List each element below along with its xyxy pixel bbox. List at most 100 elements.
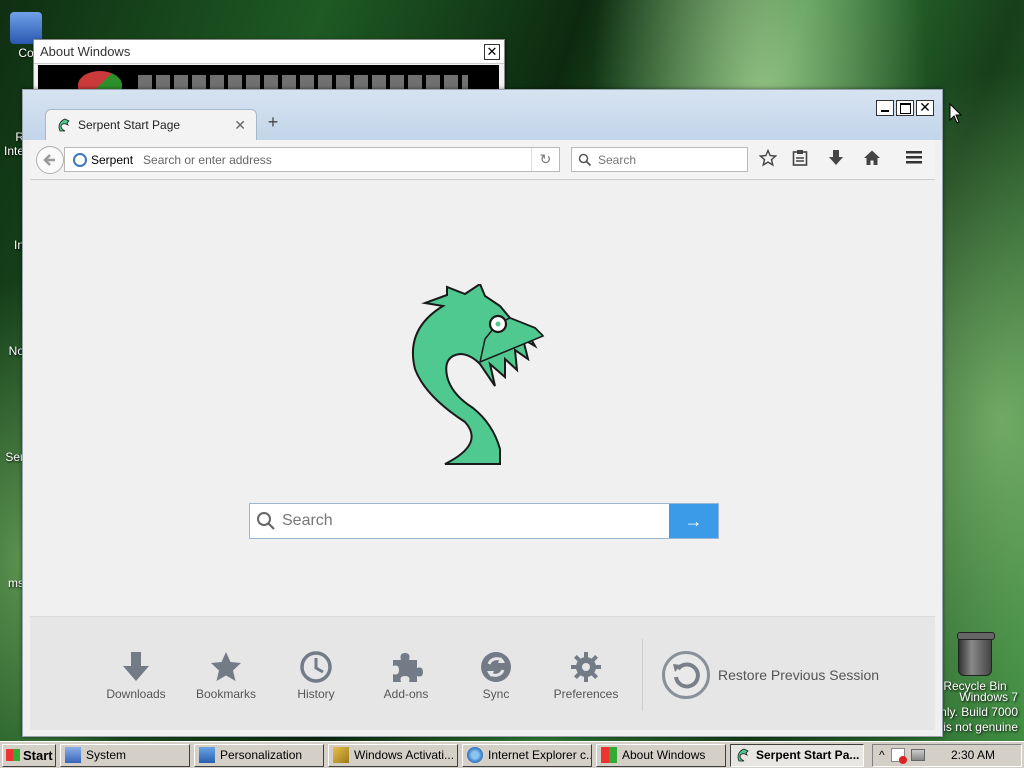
launcher-label: Preferences — [553, 687, 619, 701]
recycle-bin-icon — [957, 632, 995, 676]
hamburger-menu-icon — [906, 151, 922, 164]
search-bar-input[interactable]: Search — [598, 153, 636, 167]
desktop-icon-ms[interactable]: ms — [0, 576, 24, 590]
launcher-label: Downloads — [106, 687, 166, 701]
search-icon — [578, 153, 592, 166]
clipboard-icon — [792, 150, 808, 166]
taskbar-item-about-windows[interactable]: About Windows — [596, 743, 726, 767]
desktop-icon-label: Co — [18, 46, 34, 60]
windows-flag-icon — [601, 747, 617, 763]
back-button[interactable] — [36, 146, 64, 174]
taskbar-item-label: Serpent Start Pa... — [756, 748, 860, 762]
tab-serpent-start-page[interactable]: Serpent Start Page ✕ — [45, 109, 257, 140]
launcher-label: Add-ons — [383, 687, 429, 701]
launcher-addons[interactable]: Add-ons — [366, 647, 446, 701]
clock[interactable]: 2:30 AM — [951, 748, 995, 762]
serpent-favicon-icon — [58, 118, 70, 132]
launcher-bar: Downloads Bookmarks History Add-ons Sync… — [30, 616, 935, 730]
start-page-search[interactable]: Search → — [249, 503, 719, 539]
launcher-label: Bookmarks — [195, 687, 257, 701]
restore-session-label: Restore Previous Session — [718, 667, 880, 683]
system-icon — [65, 747, 81, 763]
desktop-icon-label: R Inte — [3, 130, 24, 158]
launcher-label: Sync — [482, 687, 510, 701]
system-tray: ^ 2:30 AM — [872, 743, 1022, 767]
mouse-cursor-icon — [949, 103, 963, 124]
taskbar: Start System Personalization Windows Act… — [0, 741, 1024, 768]
restore-icon — [662, 651, 710, 699]
star-outline-icon — [758, 148, 778, 167]
network-icon[interactable] — [910, 749, 925, 761]
downloads-button[interactable] — [825, 149, 847, 171]
address-bar[interactable]: Serpent Search or enter address ↻ — [64, 147, 560, 172]
launcher-downloads[interactable]: Downloads — [96, 647, 176, 701]
start-page-search-input[interactable]: Search — [282, 512, 669, 530]
launcher-sync[interactable]: Sync — [456, 647, 536, 701]
taskbar-item-label: System — [86, 748, 127, 762]
tab-title: Serpent Start Page — [78, 118, 181, 132]
start-page-content: Search → Downloads Bookmarks History Add… — [30, 181, 935, 732]
internet-explorer-icon — [467, 747, 483, 763]
star-icon — [186, 647, 266, 687]
desktop-icon-internet[interactable]: In — [0, 238, 24, 252]
action-center-icon[interactable] — [890, 748, 907, 764]
navigation-toolbar: Serpent Search or enter address ↻ Search — [30, 140, 935, 180]
clock-icon — [276, 647, 356, 687]
maximize-button[interactable] — [896, 100, 914, 116]
home-icon — [864, 150, 880, 165]
taskbar-item-label: About Windows — [622, 748, 706, 762]
address-input[interactable]: Search or enter address — [143, 153, 531, 167]
search-go-button[interactable]: → — [669, 504, 718, 538]
home-button[interactable] — [861, 149, 883, 171]
gear-icon — [546, 647, 626, 687]
windows-flag-icon — [6, 749, 20, 761]
taskbar-item-label: Internet Explorer c... — [488, 748, 592, 762]
launcher-label: History — [297, 687, 335, 701]
window-controls: ✕ — [876, 100, 934, 116]
desktop-icon-notepad[interactable]: No — [0, 344, 24, 358]
taskbar-item-serpent[interactable]: Serpent Start Pa... — [730, 743, 864, 767]
about-windows-titlebar[interactable]: About Windows ✕ — [34, 40, 504, 64]
launcher-preferences[interactable]: Preferences — [546, 647, 626, 701]
search-icon — [250, 511, 282, 531]
about-windows-close-button[interactable]: ✕ — [484, 43, 500, 60]
taskbar-item-windows-activation[interactable]: Windows Activati... — [328, 743, 458, 767]
launcher-history[interactable]: History — [276, 647, 356, 701]
taskbar-item-internet-explorer[interactable]: Internet Explorer c... — [462, 743, 592, 767]
activation-key-icon — [333, 747, 349, 763]
bookmark-star-button[interactable] — [757, 148, 779, 171]
back-arrow-icon — [43, 154, 55, 166]
browser-window: ✕ Serpent Start Page ✕ + Serpent Search … — [22, 89, 943, 737]
globe-icon — [73, 152, 87, 167]
tray-expand-button[interactable]: ^ — [879, 748, 885, 762]
download-icon — [96, 647, 176, 687]
taskbar-item-system[interactable]: System — [60, 743, 190, 767]
launcher-bookmarks[interactable]: Bookmarks — [186, 647, 266, 701]
reload-icon[interactable]: ↻ — [531, 148, 559, 171]
taskbar-item-label: Personalization — [220, 748, 303, 762]
about-windows-title: About Windows — [40, 44, 131, 59]
download-arrow-icon — [829, 150, 843, 165]
reading-list-button[interactable] — [789, 149, 811, 171]
taskbar-item-personalization[interactable]: Personalization — [194, 743, 324, 767]
minimize-button[interactable] — [876, 100, 894, 116]
puzzle-icon — [366, 647, 446, 687]
sync-icon — [456, 647, 536, 687]
close-window-button[interactable]: ✕ — [916, 100, 934, 116]
taskbar-item-label: Windows Activati... — [354, 748, 455, 762]
menu-button[interactable] — [903, 149, 925, 171]
launcher-divider — [642, 639, 643, 711]
start-button[interactable]: Start — [2, 743, 56, 767]
serpent-favicon-icon — [737, 748, 749, 762]
restore-session-button[interactable]: Restore Previous Session — [662, 651, 879, 699]
site-identity[interactable]: Serpent — [91, 153, 133, 167]
desktop-icon-recycle-bin[interactable]: Recycle Bin — [942, 632, 1008, 693]
tab-strip[interactable]: ✕ Serpent Start Page ✕ + — [23, 90, 942, 140]
desktop-icon-serpent[interactable]: Ser — [0, 450, 24, 464]
start-label: Start — [23, 747, 53, 763]
personalization-icon — [199, 747, 215, 763]
desktop-icon-network[interactable]: R Inte — [0, 130, 24, 158]
tab-close-icon[interactable]: ✕ — [234, 117, 246, 134]
search-bar[interactable]: Search — [571, 147, 748, 172]
new-tab-button[interactable]: + — [263, 112, 283, 133]
